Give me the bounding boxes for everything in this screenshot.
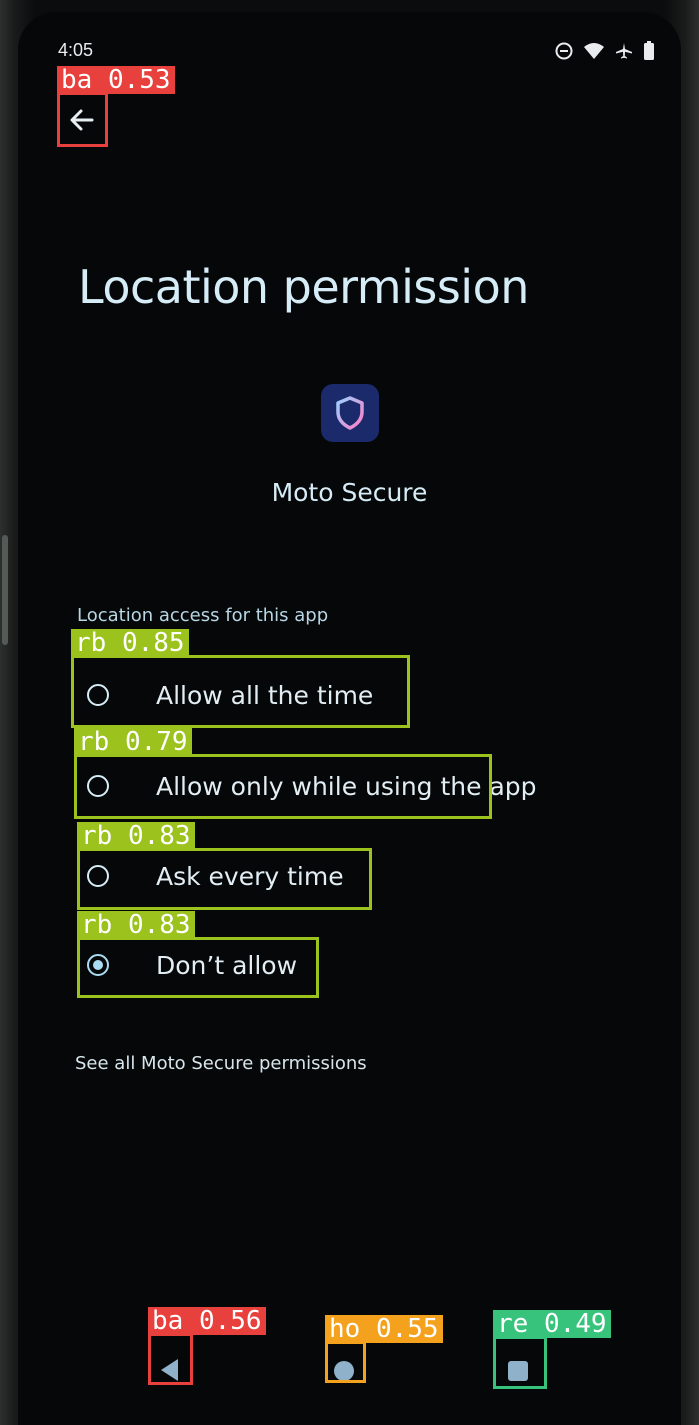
detection-label: ba 0.53 [57, 66, 175, 94]
status-icons [555, 41, 655, 61]
do-not-disturb-icon [555, 42, 573, 60]
section-label: Location access for this app [77, 605, 329, 626]
see-all-permissions-link[interactable]: See all Moto Secure permissions [75, 1053, 367, 1074]
moto-secure-shield-icon [321, 384, 379, 442]
detection-label: re 0.49 [493, 1310, 611, 1338]
battery-icon [644, 41, 654, 60]
detection-label: rb 0.83 [77, 822, 195, 850]
detection-box-radio: rb 0.83 [77, 911, 319, 998]
page-title: Location permission [78, 260, 529, 314]
detection-box-nav-recents: re 0.49 [493, 1310, 611, 1389]
detection-box-radio: rb 0.85 [71, 629, 410, 728]
wifi-icon [584, 43, 604, 59]
detection-label: rb 0.85 [71, 629, 189, 657]
detection-box-nav-back: ba 0.56 [148, 1307, 266, 1385]
detection-label: rb 0.83 [77, 911, 195, 939]
detection-label: ho 0.55 [325, 1315, 443, 1343]
detection-box-nav-home: ho 0.55 [325, 1315, 443, 1383]
detection-box-radio: rb 0.79 [74, 728, 492, 819]
app-name: Moto Secure [271, 478, 428, 507]
detection-box-back: ba 0.53 [57, 66, 175, 147]
detection-label: ba 0.56 [148, 1307, 266, 1335]
detection-box-radio: rb 0.83 [77, 822, 372, 910]
detection-label: rb 0.79 [74, 728, 192, 756]
phone-side-button [2, 535, 8, 645]
status-time: 4:05 [58, 40, 94, 60]
status-bar: 4:05 [18, 12, 681, 72]
airplane-icon [616, 43, 632, 59]
